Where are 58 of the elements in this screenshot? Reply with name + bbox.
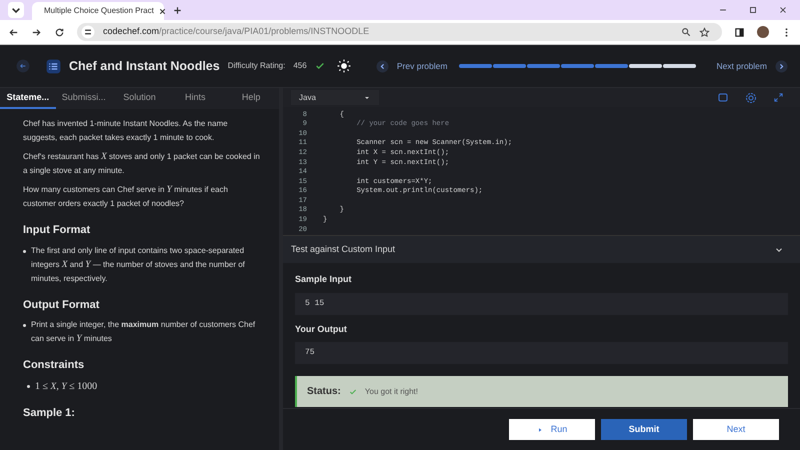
zoom-icon[interactable] — [681, 27, 691, 37]
language-value: Java — [299, 92, 317, 104]
site-settings-icon[interactable] — [81, 25, 95, 39]
prev-problem-link[interactable]: Prev problem — [396, 60, 448, 72]
output-field: 75 — [295, 342, 788, 364]
tab[interactable]: Solution — [112, 88, 168, 109]
statement-paragraph: Chef has invented 1-minute Instant Noodles. As the name suggests, each packet takes exactly 1 minute to cook. — [23, 118, 229, 144]
section-heading: Output Format — [23, 298, 100, 312]
bullet-item: Print a single integer, the maximum number of customers Chef can serve in Y minutes — [31, 319, 256, 346]
check-icon — [348, 388, 357, 396]
avatar-icon[interactable] — [757, 26, 769, 38]
play-icon — [536, 426, 543, 432]
field-label: Your Output — [295, 322, 348, 336]
restore-icon[interactable] — [748, 5, 758, 15]
bookmark-star-icon[interactable] — [699, 26, 710, 38]
next-button[interactable]: Next — [693, 419, 779, 440]
forward-icon[interactable] — [31, 26, 42, 38]
tab-list-icon[interactable] — [8, 2, 24, 18]
bullet-icon — [23, 324, 26, 327]
url-text: codechef.com/practice/course/java/PIA01/problems/INSTNOODLE — [103, 25, 370, 38]
tab[interactable]: Stateme... — [0, 88, 56, 109]
section-title: Test against Custom Input — [291, 242, 396, 256]
theme-toggle-icon[interactable] — [336, 59, 351, 73]
address-field[interactable]: codechef.com/practice/course/java/PIA01/problems/INSTNOODLE — [77, 23, 722, 41]
fullscreen-icon[interactable] — [773, 92, 784, 102]
submit-button[interactable]: Submit — [601, 419, 687, 440]
statement-paragraph: Chef's restaurant has X stoves and only 1 packet can be cooked in a single stove at any minute. — [23, 151, 261, 177]
problem-list-icon[interactable] — [46, 58, 61, 74]
browser-tab[interactable]: Multiple Choice Question Pract — [32, 2, 164, 20]
tab[interactable]: Submissi... — [56, 88, 112, 109]
close-icon[interactable] — [778, 5, 788, 15]
section-heading: Constraints — [23, 358, 86, 373]
statement-paragraph: How many customers can Chef serve in Y minutes if each customer orders exactly 1 packet of noodles? — [23, 184, 229, 210]
status-message: You got it right! — [364, 386, 418, 398]
back-icon[interactable] — [8, 26, 19, 38]
next-problem-link[interactable]: Next problem — [716, 60, 767, 72]
difficulty-label: Difficulty Rating: — [228, 60, 286, 72]
side-panel-icon[interactable] — [734, 26, 745, 38]
reload-icon[interactable] — [54, 26, 65, 38]
tab-title: Multiple Choice Question Pract — [44, 5, 154, 17]
problem-title: Chef and Instant Noodles — [69, 58, 220, 75]
run-button[interactable]: Run — [509, 419, 595, 440]
difficulty-value: 456 — [293, 60, 307, 72]
new-tab-icon[interactable] — [172, 5, 183, 16]
bullet-icon — [23, 250, 26, 252]
section-heading: Input Format — [23, 223, 92, 238]
tab[interactable]: Help — [223, 88, 279, 109]
input-field[interactable]: 5 15 — [295, 292, 788, 314]
tab[interactable]: Hints — [167, 88, 224, 109]
constraint-item: 1 ≤ X, Y ≤ 1000 — [35, 380, 98, 394]
bullet-item: The first and only line of input contains two space-separated integers X and Y — the number of stoves and the number of minutes, respectively. — [31, 244, 246, 285]
section-heading: Sample 1: — [23, 406, 76, 421]
field-label: Sample Input — [295, 273, 353, 286]
close-icon[interactable] — [158, 6, 167, 16]
bullet-icon — [27, 384, 30, 388]
settings-icon[interactable] — [745, 92, 757, 104]
status-label: Status: — [307, 385, 341, 399]
language-select[interactable]: Java — [291, 90, 379, 105]
